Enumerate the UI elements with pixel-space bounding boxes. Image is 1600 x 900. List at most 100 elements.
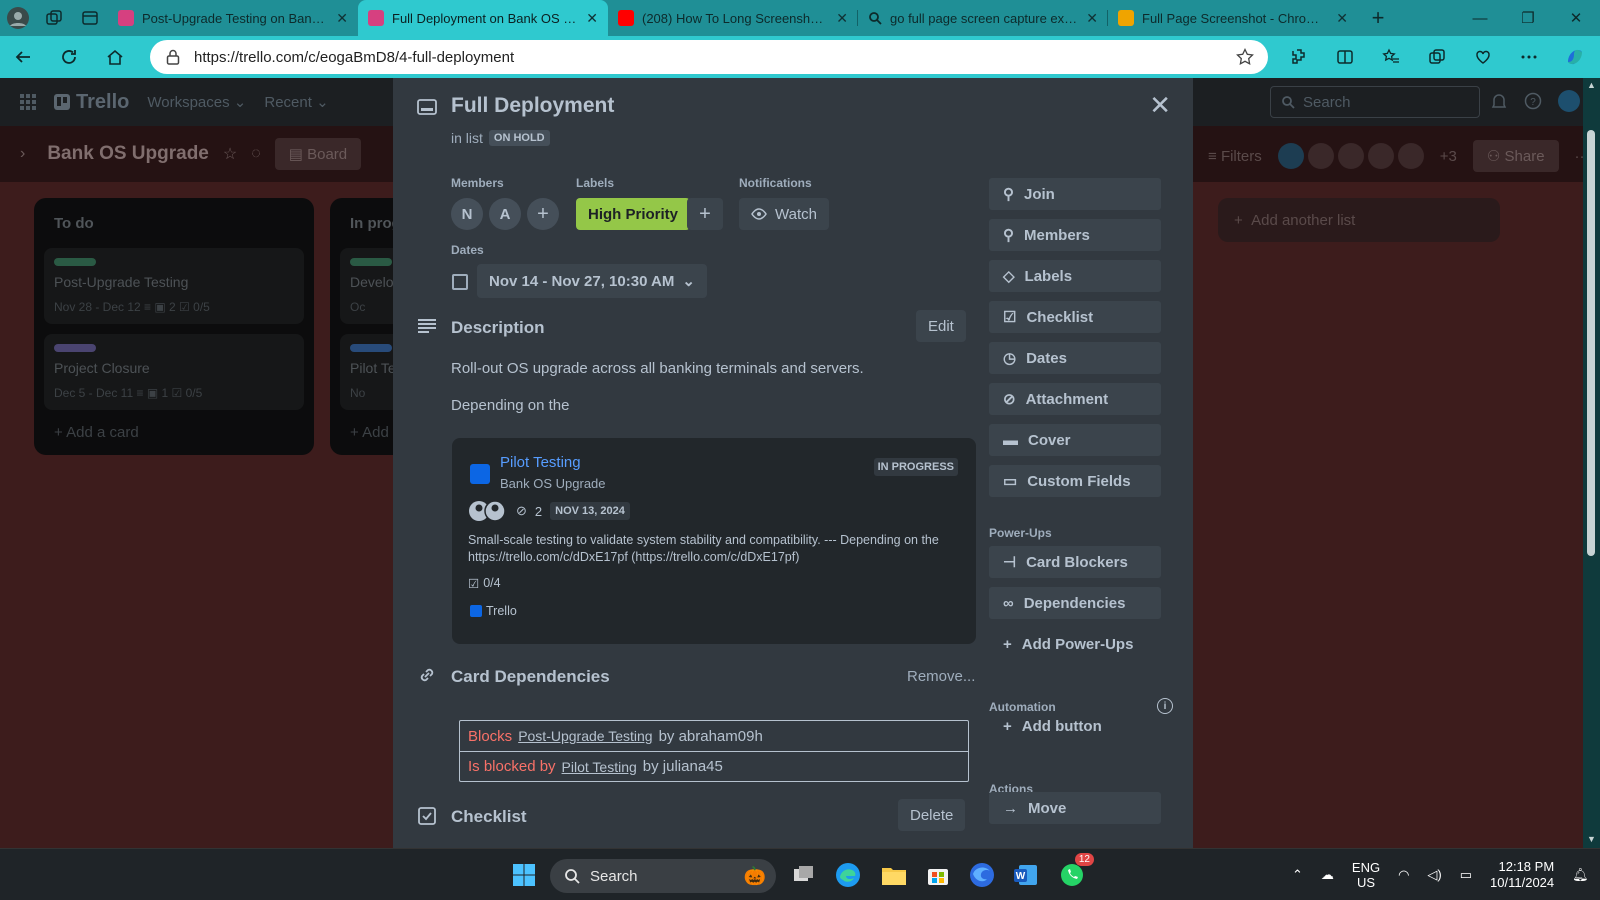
lock-icon[interactable]: [166, 49, 180, 65]
dependency-card-link[interactable]: Pilot Testing: [562, 759, 637, 775]
card-title[interactable]: Full Deployment: [451, 94, 614, 118]
trello-logo[interactable]: Trello: [54, 91, 129, 114]
add-powerups-button[interactable]: + Add Power-Ups: [989, 628, 1161, 660]
close-tab-icon[interactable]: ✕: [586, 10, 598, 27]
board-title[interactable]: Bank OS Upgrade: [47, 143, 209, 165]
cover-button[interactable]: ▬ Cover: [989, 424, 1161, 456]
watch-button[interactable]: Watch: [739, 198, 829, 230]
add-automation-button[interactable]: + Add button: [989, 710, 1161, 742]
join-button[interactable]: ⚲ Join: [989, 178, 1161, 210]
split-screen-icon[interactable]: [1322, 36, 1368, 78]
account-avatar[interactable]: [1558, 90, 1580, 112]
clock[interactable]: 12:18 PM 10/11/2024: [1490, 859, 1554, 891]
dependency-card-link[interactable]: Post-Upgrade Testing: [518, 728, 652, 744]
new-tab-button[interactable]: +: [1358, 5, 1398, 31]
list-name-badge[interactable]: ON HOLD: [488, 130, 550, 146]
nav-recent[interactable]: Recent ⌄: [264, 93, 328, 111]
browser-essentials-icon[interactable]: [1460, 36, 1506, 78]
member-avatar[interactable]: A: [489, 198, 521, 230]
chevron-up-icon[interactable]: ⌃: [1292, 867, 1303, 883]
page-scrollbar[interactable]: ▲ ▼: [1583, 78, 1600, 848]
collapse-sidebar-icon[interactable]: ›: [20, 145, 25, 163]
linked-card-title[interactable]: Pilot Testing: [500, 454, 581, 471]
volume-icon[interactable]: ◁): [1427, 867, 1441, 883]
dates-button[interactable]: ◷ Dates: [989, 342, 1161, 374]
card-blockers-button[interactable]: ⊣ Card Blockers: [989, 546, 1161, 578]
board-search-input[interactable]: Search: [1270, 86, 1480, 118]
file-explorer-icon[interactable]: [876, 857, 912, 893]
board-members[interactable]: [1277, 143, 1424, 169]
workspaces-icon[interactable]: [36, 0, 72, 36]
task-view-icon[interactable]: [786, 857, 822, 893]
notifications-bell-icon[interactable]: [1490, 92, 1508, 110]
linked-card-embed[interactable]: Pilot Testing Bank OS Upgrade IN PROGRES…: [452, 438, 976, 644]
description-text[interactable]: Depending on the: [451, 397, 569, 414]
close-tab-icon[interactable]: ✕: [836, 10, 848, 27]
favorites-icon[interactable]: [1368, 36, 1414, 78]
share-button[interactable]: ⚇ Share: [1472, 140, 1559, 172]
wifi-icon[interactable]: ◠: [1398, 867, 1409, 883]
more-members-count[interactable]: +3: [1440, 148, 1457, 165]
board-view-button[interactable]: ▤ Board: [274, 138, 362, 170]
member-avatar[interactable]: [1337, 143, 1364, 169]
add-member-button[interactable]: +: [527, 198, 559, 230]
add-card-button[interactable]: + Add a card: [44, 410, 304, 445]
member-avatar[interactable]: [1367, 143, 1394, 169]
member-avatar[interactable]: [1397, 143, 1424, 169]
nav-workspaces[interactable]: Workspaces ⌄: [147, 93, 246, 111]
members-button[interactable]: ⚲ Members: [989, 219, 1161, 251]
close-tab-icon[interactable]: ✕: [336, 10, 348, 27]
back-icon[interactable]: [0, 36, 46, 78]
more-options-icon[interactable]: [1506, 36, 1552, 78]
close-tab-icon[interactable]: ✕: [1336, 10, 1348, 27]
browser-tab-4[interactable]: Full Page Screenshot - Chrome W ✕: [1108, 0, 1358, 36]
attachment-button[interactable]: ⊘ Attachment: [989, 383, 1161, 415]
checklist-button[interactable]: ☑ Checklist: [989, 301, 1161, 333]
move-button[interactable]: → Move: [989, 792, 1161, 824]
browser-tab-1[interactable]: Full Deployment on Bank OS Upg ✕: [358, 0, 608, 36]
add-list-button[interactable]: + Add another list: [1218, 198, 1500, 242]
windows-start-icon[interactable]: [506, 857, 542, 893]
scroll-down-icon[interactable]: ▼: [1587, 834, 1596, 844]
due-complete-checkbox[interactable]: [452, 274, 468, 290]
app-switcher-icon[interactable]: [20, 94, 36, 110]
label-high-priority[interactable]: High Priority: [576, 198, 691, 230]
tab-actions-icon[interactable]: [72, 0, 108, 36]
scrollbar-thumb[interactable]: [1587, 130, 1595, 556]
help-icon[interactable]: ?: [1524, 92, 1542, 110]
profile-avatar[interactable]: [0, 0, 36, 36]
list-card[interactable]: Post-Upgrade Testing Nov 28 - Dec 12 ≡ ▣…: [44, 248, 304, 324]
list-card[interactable]: Project Closure Dec 5 - Dec 11 ≡ ▣ 1 ☑ 0…: [44, 334, 304, 410]
scroll-up-icon[interactable]: ▲: [1587, 80, 1596, 90]
edge-browser-icon[interactable]: [830, 857, 866, 893]
labels-button[interactable]: ◇ Labels: [989, 260, 1161, 292]
url-bar[interactable]: https://trello.com/c/eogaBmD8/4-full-dep…: [150, 40, 1268, 74]
home-icon[interactable]: [92, 36, 138, 78]
onedrive-icon[interactable]: ☁: [1321, 867, 1334, 883]
list-title[interactable]: To do: [44, 208, 304, 238]
member-avatar[interactable]: [1307, 143, 1334, 169]
language-indicator[interactable]: ENG US: [1352, 860, 1380, 890]
description-text[interactable]: Roll-out OS upgrade across all banking t…: [451, 360, 864, 377]
taskbar-search[interactable]: Search 🎃: [550, 859, 776, 893]
star-board-icon[interactable]: ☆: [223, 144, 237, 164]
filters-button[interactable]: ≡ Filters: [1208, 148, 1262, 165]
whatsapp-icon[interactable]: 12: [1054, 853, 1094, 893]
refresh-icon[interactable]: [46, 36, 92, 78]
add-label-button[interactable]: +: [687, 198, 723, 230]
edit-description-button[interactable]: Edit: [916, 310, 966, 342]
custom-fields-button[interactable]: ▭ Custom Fields: [989, 465, 1161, 497]
browser-tab-0[interactable]: Post-Upgrade Testing on Bank OS ✕: [108, 0, 358, 36]
minimize-icon[interactable]: —: [1456, 0, 1504, 36]
copilot-icon[interactable]: [1552, 36, 1598, 78]
notification-bell-icon[interactable]: 🔔︎: [1572, 867, 1589, 883]
microsoft-store-icon[interactable]: [920, 857, 956, 893]
close-tab-icon[interactable]: ✕: [1086, 10, 1098, 27]
firefox-icon[interactable]: [964, 857, 1000, 893]
restore-icon[interactable]: ❐: [1504, 0, 1552, 36]
dependencies-button[interactable]: ∞ Dependencies: [989, 587, 1161, 619]
date-range-button[interactable]: Nov 14 - Nov 27, 10:30 AM ⌄: [477, 264, 707, 298]
browser-tab-3[interactable]: go full page screen capture exter ✕: [858, 0, 1108, 36]
member-avatar[interactable]: N: [451, 198, 483, 230]
delete-checklist-button[interactable]: Delete: [898, 799, 966, 831]
